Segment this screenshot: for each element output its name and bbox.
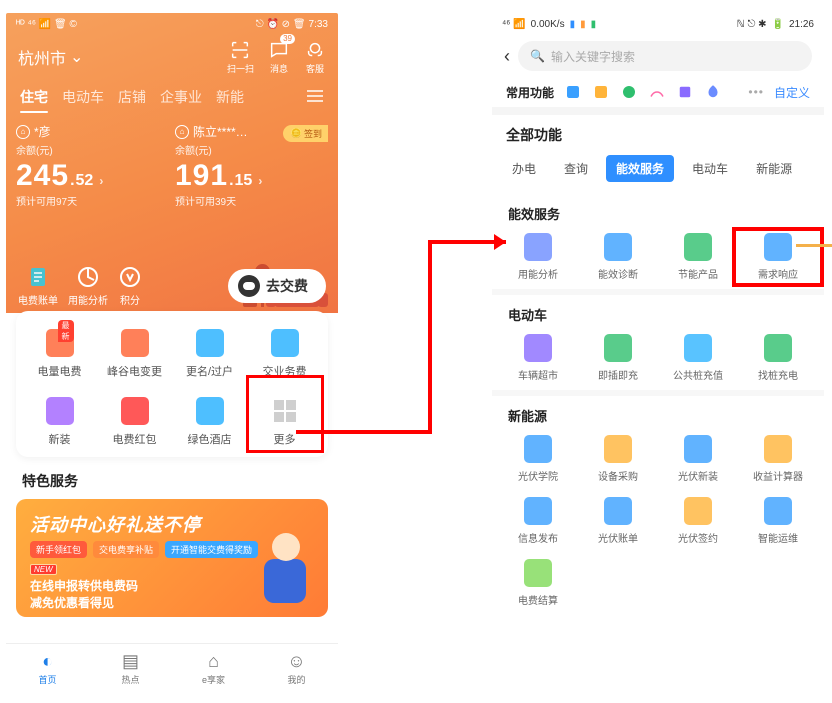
chevron-right-icon: › (258, 174, 262, 188)
back-icon[interactable]: ‹ (504, 46, 510, 67)
fn-电费结算[interactable]: 电费结算 (498, 559, 578, 607)
favorites-row: 常用功能 ••• 自定义 (492, 77, 824, 107)
fn-需求响应[interactable]: 需求响应 (738, 233, 818, 281)
dots-icon: ••• (748, 85, 764, 99)
status-right: ⎋ ⏰ ⊘ 🗑 7:33 (256, 19, 328, 30)
signin-button[interactable]: 🪙签到 (283, 125, 328, 142)
points-button[interactable]: 积分 (118, 265, 142, 307)
fav-icon[interactable] (592, 83, 610, 101)
fn-节能产品[interactable]: 节能产品 (658, 233, 738, 281)
tab-me[interactable]: ☺我的 (255, 644, 338, 693)
cat-tab-1[interactable]: 查询 (554, 155, 598, 182)
tab-shop[interactable]: 店铺 (118, 87, 146, 107)
person-illustration (250, 527, 320, 613)
promo-banner[interactable]: 活动中心好礼送不停 新手领红包 交电费享补贴 开通智能交费得奖励 NEW 在线申… (16, 499, 328, 617)
search-icon: 🔍 (530, 49, 545, 63)
home-icon: ⌂ (16, 125, 30, 139)
section-title: 电动车 (492, 295, 824, 328)
service-交业务费[interactable]: 交业务费 (247, 329, 322, 379)
bill-button[interactable]: 电费账单 (18, 265, 58, 307)
section-title: 新能源 (492, 396, 824, 429)
pay-button[interactable]: 去交费 (228, 269, 326, 303)
all-functions-title: 全部功能 (492, 107, 824, 145)
fav-icon[interactable] (648, 83, 666, 101)
home-icon: ⌂ (175, 125, 189, 139)
cat-tab-3[interactable]: 电动车 (682, 155, 738, 182)
category-tabs: 住宅 电动车 店铺 企事业 新能 (6, 75, 338, 107)
fn-用能分析[interactable]: 用能分析 (498, 233, 578, 281)
fn-设备采购[interactable]: 设备采购 (578, 435, 658, 483)
fav-icon[interactable] (704, 83, 722, 101)
account-card-1[interactable]: ⌂*彦 余额(元) 245.52› 预计可用97天 (16, 123, 169, 208)
phone-all-functions: ⁴⁶ 📶 0.00K/s ▮▮▮ ℕ ⎋ ✱🔋21:26 ‹ 🔍 输入关键字搜索… (492, 13, 824, 693)
fn-光伏新装[interactable]: 光伏新装 (658, 435, 738, 483)
phone-home: ᴴᴰ ⁴⁶ 📶 🗑 © ⎋ ⏰ ⊘ 🗑 7:33 杭州市 ⌄ 扫一扫 39 (6, 13, 338, 693)
scan-icon[interactable]: 扫一扫 (227, 39, 254, 75)
fn-找桩充电[interactable]: 找桩充电 (738, 334, 818, 382)
fn-公共桩充值[interactable]: 公共桩充值 (658, 334, 738, 382)
service-电量电费[interactable]: 最新电量电费 (22, 329, 97, 379)
chevron-right-icon: › (99, 174, 103, 188)
status-bar: ⁴⁶ 📶 0.00K/s ▮▮▮ ℕ ⎋ ✱🔋21:26 (492, 13, 824, 35)
bot-icon (238, 275, 260, 297)
service-更多[interactable]: 更多 (247, 397, 322, 447)
support-icon[interactable]: 客服 (304, 39, 326, 75)
cat-tab-2[interactable]: 能效服务 (606, 155, 674, 182)
tab-home[interactable]: ◐首页 (6, 644, 89, 693)
fn-车辆超市[interactable]: 车辆超市 (498, 334, 578, 382)
services-card: 最新电量电费峰谷电变更更名/过户交业务费新装电费红包绿色酒店更多 (16, 311, 328, 457)
fn-信息发布[interactable]: 信息发布 (498, 497, 578, 545)
fn-光伏账单[interactable]: 光伏账单 (578, 497, 658, 545)
fn-能效诊断[interactable]: 能效诊断 (578, 233, 658, 281)
tab-ev[interactable]: 电动车 (62, 87, 104, 107)
section-title: 能效服务 (492, 194, 824, 227)
tab-ehome[interactable]: ⌂e享家 (172, 644, 255, 693)
usage-button[interactable]: 用能分析 (68, 265, 108, 307)
fn-光伏签约[interactable]: 光伏签约 (658, 497, 738, 545)
status-bar: ᴴᴰ ⁴⁶ 📶 🗑 © ⎋ ⏰ ⊘ 🗑 7:33 (6, 13, 338, 35)
service-绿色酒店[interactable]: 绿色酒店 (172, 397, 247, 447)
tab-newenergy[interactable]: 新能 (216, 87, 244, 107)
bottom-tabbar: ◐首页 ▤热点 ⌂e享家 ☺我的 (6, 643, 338, 693)
menu-icon[interactable] (306, 89, 324, 106)
highlight-demand-response (732, 227, 824, 287)
search-input[interactable]: 🔍 输入关键字搜索 (518, 41, 812, 71)
tab-enterprise[interactable]: 企事业 (160, 87, 202, 107)
tab-hot[interactable]: ▤热点 (89, 644, 172, 693)
service-新装[interactable]: 新装 (22, 397, 97, 447)
customize-link[interactable]: 自定义 (774, 84, 810, 101)
service-峰谷电变更[interactable]: 峰谷电变更 (97, 329, 172, 379)
service-更名/过户[interactable]: 更名/过户 (172, 329, 247, 379)
location[interactable]: 杭州市 (18, 45, 66, 69)
fn-光伏学院[interactable]: 光伏学院 (498, 435, 578, 483)
category-tabs: 办电查询能效服务电动车新能源 (492, 145, 824, 194)
service-电费红包[interactable]: 电费红包 (97, 397, 172, 447)
cat-tab-0[interactable]: 办电 (502, 155, 546, 182)
fn-收益计算器[interactable]: 收益计算器 (738, 435, 818, 483)
cat-tab-4[interactable]: 新能源 (746, 155, 802, 182)
fav-icon[interactable] (676, 83, 694, 101)
chevron-down-icon[interactable]: ⌄ (70, 47, 83, 67)
fav-icon[interactable] (564, 83, 582, 101)
home-hero: ᴴᴰ ⁴⁶ 📶 🗑 © ⎋ ⏰ ⊘ 🗑 7:33 杭州市 ⌄ 扫一扫 39 (6, 13, 338, 313)
message-icon[interactable]: 39 消息 (268, 39, 290, 75)
account-card-2[interactable]: 🪙签到 ⌂陈立****… 余额(元) 191.15› 预计可用39天 (175, 123, 328, 208)
fav-icon[interactable] (620, 83, 638, 101)
fn-即插即充[interactable]: 即插即充 (578, 334, 658, 382)
status-signals: ᴴᴰ ⁴⁶ 📶 🗑 © (16, 19, 77, 30)
tab-residence[interactable]: 住宅 (20, 87, 48, 107)
special-title: 特色服务 (6, 457, 338, 499)
pointer-tick (796, 244, 832, 247)
fn-智能运维[interactable]: 智能运维 (738, 497, 818, 545)
